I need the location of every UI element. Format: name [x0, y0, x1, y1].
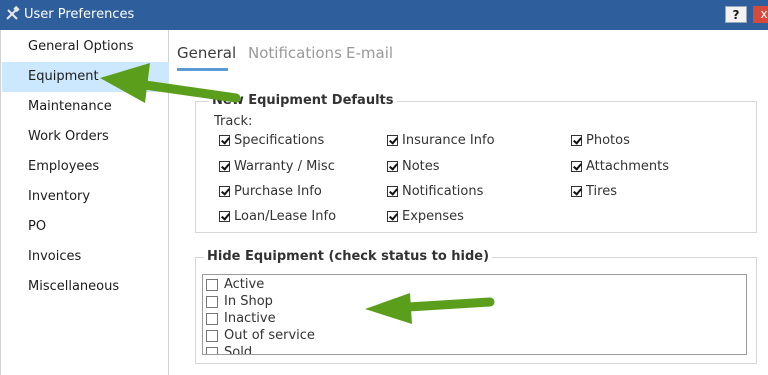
arrow-to-equipment: [100, 63, 241, 103]
arrow-to-status-list: [365, 293, 495, 324]
annotation-arrows: [100, 63, 495, 324]
